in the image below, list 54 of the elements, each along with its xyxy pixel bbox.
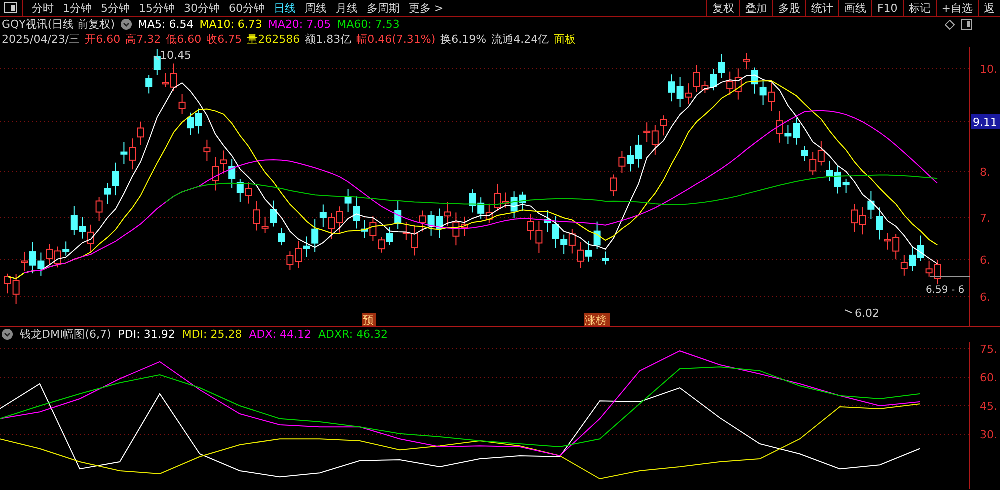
indicator-value: ADXR: 46.32 [318, 328, 388, 341]
period-tab[interactable]: 60分钟 [229, 0, 265, 16]
quote-field: 低6.60 [166, 32, 202, 47]
axis-label: 6. [980, 254, 990, 267]
quote-field: 2025/04/23/三 [2, 32, 80, 47]
axis-label: 45. [980, 400, 998, 413]
axis-label: 7. [980, 212, 990, 225]
period-tab[interactable]: 周线 [305, 0, 327, 16]
quote-field: 幅0.46(7.31%) [356, 32, 436, 47]
period-tab[interactable]: 30分钟 [184, 0, 220, 16]
period-tab[interactable]: 15分钟 [139, 0, 175, 16]
quote-field: 高7.32 [126, 32, 162, 47]
period-tab[interactable]: 多周期 [367, 0, 400, 16]
event-marker[interactable]: 预 [362, 313, 376, 327]
stock-title: GQY视讯(日线 前复权) [2, 17, 115, 32]
panel-toggle-icon[interactable] [961, 19, 972, 30]
period-tab[interactable]: 1分钟 [63, 0, 92, 16]
axis-label: 60. [980, 372, 998, 384]
period-tab[interactable]: 更多 > [409, 0, 444, 16]
current-price-tag: 9.11 [971, 114, 1000, 129]
price-label: 6.02 [855, 307, 880, 320]
indicator-title: 钱龙DMI幅图(6,7) [20, 327, 112, 342]
quote-field: 量262586 [247, 32, 300, 47]
leader-line [930, 276, 970, 278]
axis-label: 10. [980, 63, 998, 76]
price-label: 10.45 [160, 49, 192, 62]
quote-field: 收6.75 [206, 32, 242, 47]
dropdown-icon[interactable] [2, 329, 13, 340]
ma-value: MA60: 7.53 [337, 18, 400, 31]
quote-field: 额1.83亿 [305, 32, 352, 47]
ma-value: MA20: 7.05 [268, 18, 332, 31]
event-marker[interactable]: 涨榜 [584, 313, 610, 327]
quote-field: 换6.19% [440, 32, 487, 47]
ma-value: MA10: 6.73 [200, 18, 262, 31]
period-tab[interactable]: 月线 [336, 0, 358, 16]
indicator-value: ADX: 44.12 [249, 328, 312, 341]
indicator-value: MDI: 25.28 [182, 328, 242, 341]
quote-field: 面板 [554, 32, 576, 47]
price-label: 6.59 - 6 [926, 285, 965, 296]
period-tab[interactable]: 日线 [274, 0, 296, 16]
leader-line [154, 56, 160, 60]
period-tab[interactable]: 分时 [32, 0, 54, 16]
indicator-value: PDI: 31.92 [118, 328, 176, 341]
period-tab[interactable]: 5分钟 [101, 0, 130, 16]
quote-field: 流通4.24亿 [492, 32, 550, 47]
axis-label: 30. [980, 428, 998, 442]
axis-label: 6. [980, 291, 990, 304]
ma-value: MA5: 6.54 [138, 18, 194, 31]
axis-label: 75. [980, 343, 998, 356]
diamond-icon[interactable] [945, 20, 955, 30]
dropdown-icon[interactable] [120, 19, 132, 30]
quote-field: 开6.60 [85, 32, 121, 47]
leader-line [844, 310, 852, 314]
axis-label: 8. [980, 166, 990, 179]
